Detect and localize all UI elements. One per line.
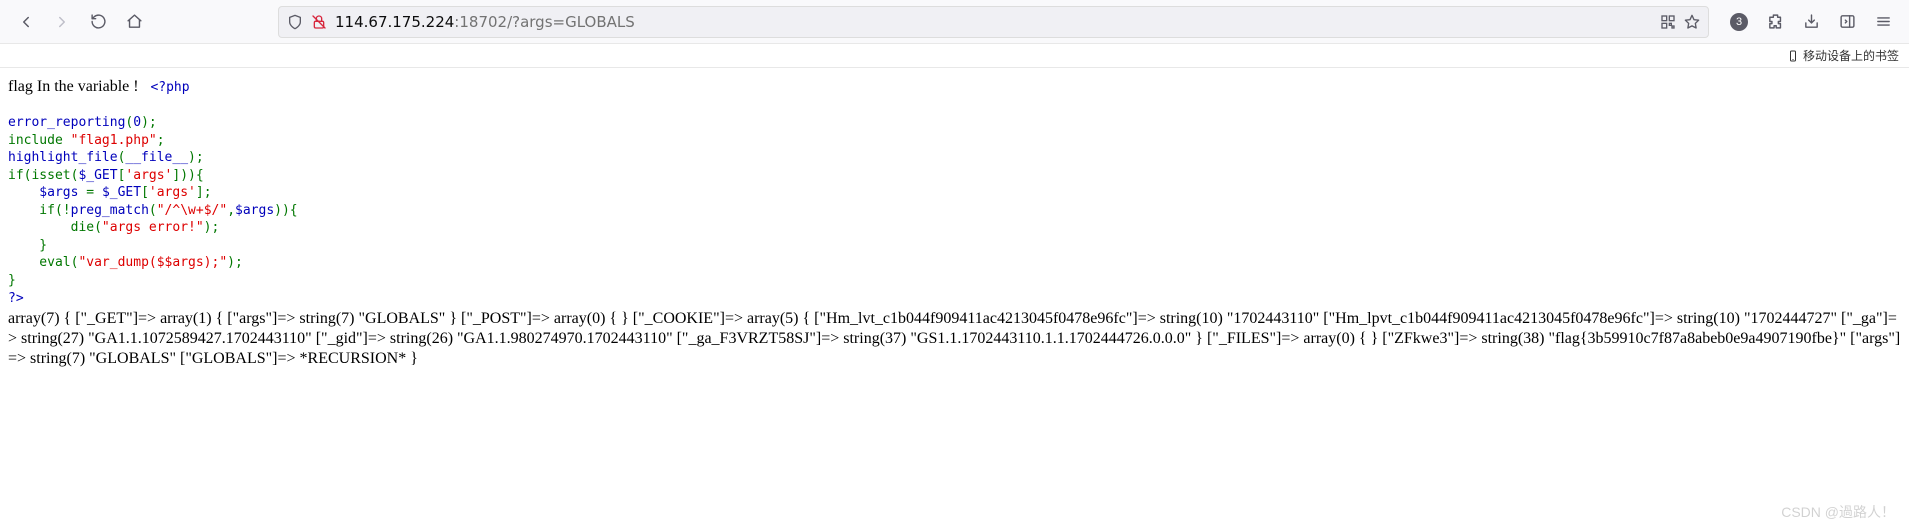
browser-toolbar: 114.67.175.224:18702/?args=GLOBALS 3 [0,0,1909,44]
code-block [8,97,1901,115]
toolbar-right: 3 [1723,6,1899,38]
forward-button[interactable] [46,6,78,38]
downloads-button[interactable] [1795,6,1827,38]
intro-line: flag In the variable ! <?php [8,78,1901,97]
notifications-button[interactable]: 3 [1723,6,1755,38]
not-secure-icon[interactable] [311,14,327,30]
app-menu-button[interactable] [1867,6,1899,38]
watermark: CSDN @過路人！ [1781,502,1895,522]
extensions-button[interactable] [1759,6,1791,38]
sidebar-button[interactable] [1831,6,1863,38]
qr-icon[interactable] [1660,14,1676,30]
var-dump-output: array(7) { ["_GET"]=> array(1) { ["args"… [8,309,1901,369]
url-bar[interactable]: 114.67.175.224:18702/?args=GLOBALS [278,6,1709,38]
shield-icon[interactable] [287,14,303,30]
reload-button[interactable] [82,6,114,38]
mobile-bookmarks-label: 移动设备上的书签 [1803,47,1899,64]
bookmark-star-icon[interactable] [1684,14,1700,30]
page-content: flag In the variable ! <?php error_repor… [0,68,1909,379]
url-text: 114.67.175.224:18702/?args=GLOBALS [335,13,1652,31]
home-button[interactable] [118,6,150,38]
bookmark-bar: 移动设备上的书签 [0,44,1909,68]
back-button[interactable] [10,6,42,38]
mobile-bookmarks-link[interactable]: 移动设备上的书签 [1787,47,1899,64]
notif-badge: 3 [1730,13,1748,31]
